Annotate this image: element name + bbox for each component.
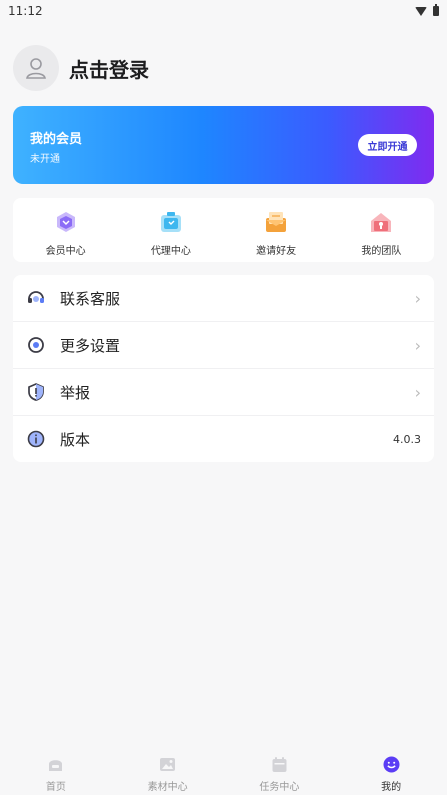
user-icon (26, 58, 46, 79)
version-value: 4.0.3 (393, 432, 421, 446)
menu-item-contact-support[interactable]: 联系客服 › (13, 275, 434, 322)
invite-friends-icon (266, 212, 287, 232)
member-center-icon (56, 212, 75, 232)
quick-invite-friends[interactable]: 邀请好友 (224, 198, 329, 262)
quick-my-team[interactable]: 我的团队 (329, 198, 434, 262)
settings-icon (26, 335, 46, 355)
login-link[interactable]: 点击登录 (69, 54, 149, 83)
calendar-icon (272, 757, 287, 772)
avatar[interactable] (13, 45, 59, 91)
quick-label: 会员中心 (45, 246, 86, 257)
battery-icon (433, 4, 439, 16)
chevron-right-icon: › (414, 335, 421, 355)
headset-icon (26, 288, 46, 308)
report-shield-icon (26, 382, 46, 402)
nav-material-center[interactable]: 素材中心 (112, 748, 224, 795)
quick-label: 邀请好友 (256, 246, 297, 257)
settings-menu: 联系客服 › 更多设置 › 举报 › 版本 4.0.3 (13, 275, 434, 462)
menu-label: 更多设置 (60, 336, 121, 355)
menu-item-report[interactable]: 举报 › (13, 369, 434, 416)
chevron-right-icon: › (414, 382, 421, 402)
bottom-nav: 首页 素材中心 任务中心 我的 (0, 748, 447, 795)
nav-task-center[interactable]: 任务中心 (224, 748, 336, 795)
home-icon (49, 760, 63, 771)
image-icon (160, 758, 176, 771)
quick-actions: 会员中心 代理中心 邀请好友 我的团队 (13, 198, 434, 262)
nav-label: 首页 (45, 782, 66, 793)
wifi-icon (415, 6, 427, 16)
profile-header[interactable]: 点击登录 (13, 45, 149, 91)
status-icons (415, 4, 439, 16)
member-banner[interactable]: 我的会员 未开通 立即开通 (13, 106, 434, 184)
menu-label: 举报 (60, 383, 91, 402)
smile-icon (383, 756, 400, 773)
quick-member-center[interactable]: 会员中心 (13, 198, 118, 262)
nav-mine[interactable]: 我的 (335, 748, 447, 795)
quick-label: 我的团队 (361, 246, 402, 257)
nav-home[interactable]: 首页 (0, 748, 112, 795)
menu-label: 版本 (60, 430, 91, 449)
info-icon (26, 429, 46, 449)
nav-label: 我的 (381, 782, 402, 793)
page: 11:12 点击登录 我的会员 未开通 立即开通 会员中心 代理中心 邀请好友 … (0, 0, 447, 795)
menu-item-more-settings[interactable]: 更多设置 › (13, 322, 434, 369)
agent-center-icon (160, 212, 181, 232)
quick-label: 代理中心 (150, 246, 191, 257)
member-status: 未开通 (30, 154, 60, 165)
nav-label: 素材中心 (147, 782, 188, 793)
status-time: 11:12 (8, 4, 43, 18)
menu-label: 联系客服 (60, 289, 121, 308)
status-bar: 11:12 (0, 0, 447, 22)
nav-label: 任务中心 (259, 782, 300, 793)
menu-item-version[interactable]: 版本 4.0.3 (13, 416, 434, 462)
my-team-icon (371, 213, 392, 232)
open-membership-button[interactable]: 立即开通 (358, 134, 417, 156)
quick-agent-center[interactable]: 代理中心 (118, 198, 223, 262)
chevron-right-icon: › (414, 288, 421, 308)
